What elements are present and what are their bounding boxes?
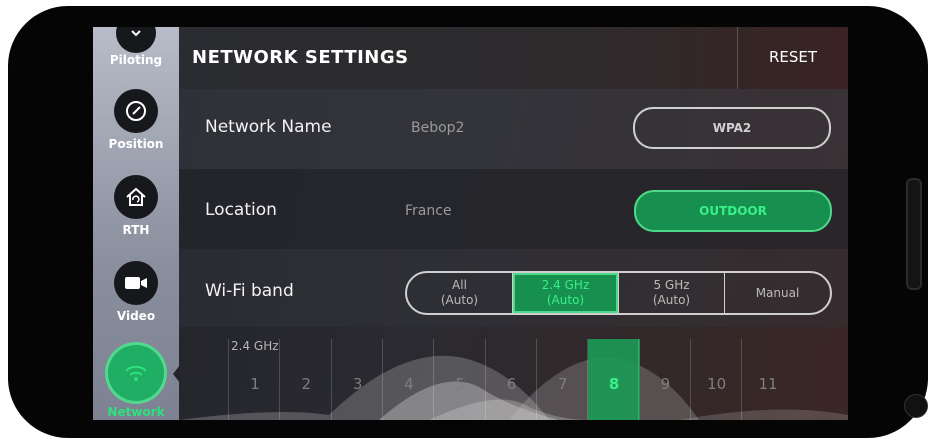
sidebar-item-position[interactable]: Position	[93, 89, 179, 151]
channel-11[interactable]: 11	[756, 375, 780, 393]
channel-divider	[433, 339, 435, 420]
location-row: Location France OUTDOOR	[179, 169, 848, 249]
band-option-5ghz[interactable]: 5 GHz (Auto)	[619, 273, 725, 313]
channel-6[interactable]: 6	[500, 375, 524, 393]
channel-divider	[741, 339, 742, 420]
channel-divider	[587, 339, 589, 420]
sidebar-item-network[interactable]: Network	[93, 345, 179, 419]
sidebar-item-video[interactable]: Video	[93, 261, 179, 323]
channel-divider	[535, 339, 537, 420]
channel-1[interactable]: 1	[243, 375, 267, 393]
wifi-band-label: Wi-Fi band	[205, 281, 294, 301]
network-name-row: Network Name Bebop2 WPA2	[179, 89, 848, 169]
channel-9[interactable]: 9	[653, 375, 677, 393]
channel-divider	[689, 339, 691, 420]
channel-4[interactable]: 4	[397, 375, 421, 393]
sidebar-item-label: RTH	[122, 223, 150, 237]
outdoor-button[interactable]: OUTDOOR	[634, 190, 832, 232]
wifi-icon	[108, 345, 164, 401]
reset-button[interactable]: RESET	[769, 48, 817, 66]
channel-2[interactable]: 2	[294, 375, 318, 393]
channel-divider	[381, 339, 383, 420]
home-icon	[114, 175, 158, 219]
page-title: NETWORK SETTINGS	[192, 47, 409, 68]
sidebar-item-label: Position	[108, 137, 164, 151]
sidebar-item-label: Piloting	[109, 53, 163, 67]
side-button	[906, 178, 922, 290]
channel-divider	[330, 339, 332, 420]
channel-divider	[279, 339, 281, 420]
band-label: 2.4 GHz	[231, 339, 279, 353]
sidebar-item-piloting[interactable]: Piloting	[93, 27, 179, 67]
wifi-band-row: Wi-Fi band All (Auto) 2.4 GHz (Auto) 5 G…	[179, 249, 848, 327]
channel-divider	[638, 339, 640, 420]
channel-5[interactable]: 5	[448, 375, 472, 393]
wifi-band-selector: All (Auto) 2.4 GHz (Auto) 5 GHz (Auto) M…	[405, 271, 832, 315]
divider	[737, 27, 738, 89]
channel-3[interactable]: 3	[346, 375, 370, 393]
network-name-label: Network Name	[205, 117, 332, 137]
sidebar-item-label: Network	[107, 405, 165, 419]
location-value[interactable]: France	[405, 203, 452, 219]
location-label: Location	[205, 200, 277, 220]
band-option-manual[interactable]: Manual	[725, 273, 830, 313]
channel-divider	[228, 339, 229, 420]
chevron-down-icon	[116, 27, 156, 53]
channel-chart: 2.4 GHz 1 2 3 4 5 6 7 8 9 10 11	[179, 327, 848, 420]
sidebar-item-rth[interactable]: RTH	[93, 175, 179, 237]
front-camera	[904, 394, 928, 418]
channel-7[interactable]: 7	[551, 375, 575, 393]
band-option-all[interactable]: All (Auto)	[407, 273, 513, 313]
network-name-value[interactable]: Bebop2	[411, 120, 464, 136]
gauge-icon	[114, 89, 158, 133]
sidebar: Piloting Position RTH Video Network	[93, 27, 180, 420]
sidebar-item-label: Video	[116, 309, 156, 323]
app-screen: Piloting Position RTH Video Network NETW…	[93, 27, 848, 420]
security-button[interactable]: WPA2	[633, 107, 831, 149]
header: NETWORK SETTINGS RESET	[179, 27, 848, 89]
band-option-2-4ghz[interactable]: 2.4 GHz (Auto)	[513, 273, 619, 313]
video-camera-icon	[114, 261, 158, 305]
channel-10[interactable]: 10	[705, 375, 729, 393]
channel-divider	[484, 339, 486, 420]
channel-8[interactable]: 8	[602, 375, 626, 393]
